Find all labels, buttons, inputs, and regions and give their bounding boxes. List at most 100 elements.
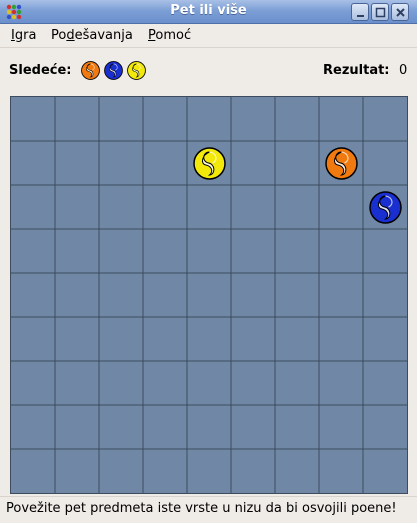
board-cell[interactable] [275,405,319,449]
board-cell[interactable] [363,317,407,361]
board-cell[interactable] [275,361,319,405]
board-cell[interactable] [363,229,407,273]
board-cell[interactable] [275,273,319,317]
ball-blue[interactable] [369,191,402,224]
board-cell[interactable] [143,317,187,361]
next-ball-orange [81,61,100,80]
board-cell[interactable] [55,229,99,273]
board-cell[interactable] [11,229,55,273]
board-cell[interactable] [363,141,407,185]
board-cell[interactable] [363,405,407,449]
board-cell[interactable] [55,141,99,185]
board-cell[interactable] [99,273,143,317]
status-bar: Povežite pet predmeta iste vrste u nizu … [0,496,417,523]
board-cell[interactable] [143,229,187,273]
board-cell[interactable] [143,361,187,405]
board-cell[interactable] [319,273,363,317]
board-cell[interactable] [363,185,407,229]
board-cell[interactable] [319,449,363,493]
board-cell[interactable] [363,97,407,141]
board-cell[interactable] [143,97,187,141]
next-ball-yellow [127,61,146,80]
board-cell[interactable] [231,185,275,229]
board-cell[interactable] [99,317,143,361]
close-button[interactable] [391,3,409,21]
board-cell[interactable] [11,185,55,229]
board-cell[interactable] [187,229,231,273]
board-cell[interactable] [187,273,231,317]
board-cell[interactable] [11,97,55,141]
board-cell[interactable] [231,361,275,405]
board-cell[interactable] [143,273,187,317]
board-cell[interactable] [231,273,275,317]
board-cell[interactable] [99,449,143,493]
board-cell[interactable] [55,361,99,405]
board-cell[interactable] [275,317,319,361]
board-cell[interactable] [143,185,187,229]
board-cell[interactable] [319,141,363,185]
board-cell[interactable] [231,229,275,273]
board-cell[interactable] [143,405,187,449]
board-cell[interactable] [99,405,143,449]
close-icon [396,8,405,17]
board-cell[interactable] [319,97,363,141]
board-cell[interactable] [143,141,187,185]
board-cell[interactable] [187,317,231,361]
board-cell[interactable] [99,141,143,185]
maximize-button[interactable] [371,3,389,21]
board-cell[interactable] [99,229,143,273]
menu-pomoc[interactable]: Pomoć [148,28,191,43]
score-value: 0 [399,63,408,78]
board-cell[interactable] [319,185,363,229]
board-cell[interactable] [55,405,99,449]
ball-yellow[interactable] [193,147,226,180]
board-cell[interactable] [319,405,363,449]
board-cell[interactable] [11,317,55,361]
board-cell[interactable] [275,141,319,185]
board-cell[interactable] [55,273,99,317]
menu-podesavanja-rest: ešavanja [74,28,133,43]
board-cell[interactable] [363,273,407,317]
board-cell[interactable] [275,449,319,493]
menu-igra[interactable]: Igra [11,28,36,43]
game-board[interactable] [10,96,408,494]
board-cell[interactable] [11,273,55,317]
board-cell[interactable] [319,317,363,361]
board-cell[interactable] [11,405,55,449]
board-cell[interactable] [11,361,55,405]
board-cell[interactable] [319,361,363,405]
board-cell[interactable] [275,185,319,229]
board-cell[interactable] [363,449,407,493]
board-cell[interactable] [231,141,275,185]
board-cell[interactable] [99,185,143,229]
board-cell[interactable] [143,449,187,493]
board-cell[interactable] [11,141,55,185]
menu-podesavanja[interactable]: Podešavanja [51,28,133,43]
board-cell[interactable] [187,141,231,185]
board-cell[interactable] [55,317,99,361]
ball-orange[interactable] [325,147,358,180]
minimize-button[interactable] [351,3,369,21]
board-cell[interactable] [11,449,55,493]
board-cell[interactable] [231,405,275,449]
board-cell[interactable] [231,97,275,141]
board-cell[interactable] [231,317,275,361]
board-cell[interactable] [99,97,143,141]
board-cell[interactable] [55,185,99,229]
board-cell[interactable] [187,449,231,493]
board-cell[interactable] [275,97,319,141]
board-cell[interactable] [231,449,275,493]
board-cell[interactable] [363,361,407,405]
board-cell[interactable] [275,229,319,273]
next-label: Sledeće: [9,63,72,78]
board-cell[interactable] [55,97,99,141]
board-cell[interactable] [187,405,231,449]
board-cell[interactable] [319,229,363,273]
board-cell[interactable] [99,361,143,405]
board-cell[interactable] [187,185,231,229]
board-cell[interactable] [187,361,231,405]
minimize-icon [357,15,364,17]
board-cell[interactable] [55,449,99,493]
board-cell[interactable] [187,97,231,141]
title-bar[interactable]: Pet ili više [0,0,417,24]
